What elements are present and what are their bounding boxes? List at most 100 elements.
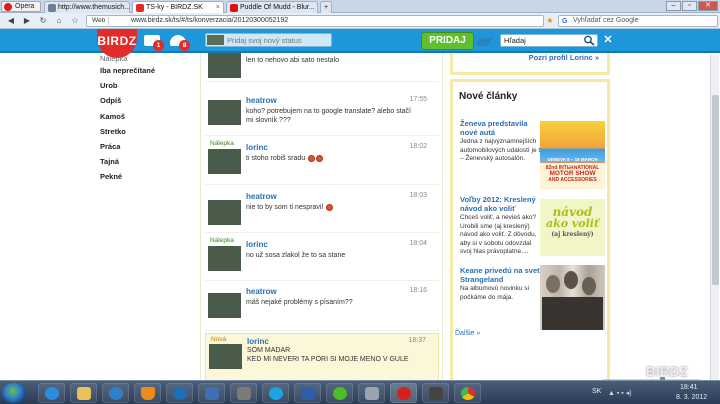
chrome-icon bbox=[461, 387, 475, 400]
nav-item-odpis[interactable]: Odpíš bbox=[100, 96, 121, 105]
taskbar-explorer[interactable] bbox=[70, 383, 97, 403]
birdz-favicon-icon bbox=[136, 4, 144, 12]
start-button[interactable] bbox=[2, 383, 26, 403]
articles-heading: Nové články bbox=[459, 91, 518, 102]
tray-icons[interactable]: ▲ ▪ ▪ ◂) bbox=[608, 389, 632, 397]
taskbar-app-blue[interactable] bbox=[294, 383, 321, 403]
browser-tab-themusic[interactable]: http://www.themusich... bbox=[44, 1, 130, 13]
taskbar-app-dark[interactable] bbox=[422, 383, 449, 403]
taskbar-hp[interactable] bbox=[166, 383, 193, 403]
friends-count-badge: 8 bbox=[179, 40, 190, 51]
conversation-panel: lorinc len to nehovo abi sato nestalo he… bbox=[200, 53, 443, 384]
profile-box: Pozri profil Lorinc » bbox=[450, 53, 610, 75]
image-caption-line: AND ACCESSORIES bbox=[548, 177, 597, 183]
reload-icon[interactable]: ↻ bbox=[38, 16, 48, 26]
message-item: lorinc len to nehovo abi sato nestalo bbox=[205, 53, 439, 82]
status-input[interactable] bbox=[227, 34, 331, 46]
hp-icon bbox=[173, 387, 187, 400]
taskbar-vlc[interactable] bbox=[134, 383, 161, 403]
nav-item-unread[interactable]: Iba neprečítané bbox=[100, 66, 155, 75]
home-icon[interactable]: ⌂ bbox=[54, 16, 64, 26]
avatar[interactable] bbox=[208, 100, 241, 125]
forward-icon[interactable]: ▶ bbox=[22, 16, 32, 26]
avatar[interactable] bbox=[208, 293, 241, 318]
message-time: 18:04 bbox=[409, 240, 427, 247]
minimize-icon[interactable]: – bbox=[666, 1, 681, 11]
close-search-icon[interactable]: ✕ bbox=[602, 33, 614, 47]
taskbar-ie[interactable] bbox=[38, 383, 65, 403]
nav-item-kamos[interactable]: Kamoš bbox=[100, 112, 125, 121]
nav-item-praca[interactable]: Práca bbox=[100, 142, 120, 151]
close-window-icon[interactable]: ✕ bbox=[698, 1, 718, 11]
message-author[interactable]: lorinc bbox=[246, 53, 268, 55]
taskbar-opera[interactable] bbox=[390, 383, 417, 403]
message-item: heatrow 18:16 máš nejaké problémy s písa… bbox=[205, 283, 439, 331]
avatar[interactable] bbox=[209, 344, 242, 369]
maximize-icon[interactable]: ▫ bbox=[682, 1, 697, 11]
star-icon[interactable]: ★ bbox=[545, 16, 555, 26]
message-time: 18:02 bbox=[409, 143, 427, 150]
site-search-input[interactable] bbox=[504, 35, 584, 46]
taskbar-icq[interactable] bbox=[326, 383, 353, 403]
article-title[interactable]: Ženeva predstavila nové autá bbox=[460, 119, 544, 137]
taskbar-skype[interactable] bbox=[262, 383, 289, 403]
avatar[interactable] bbox=[208, 246, 241, 271]
bookmark-icon[interactable]: ☆ bbox=[70, 16, 80, 26]
post-status-button[interactable]: PRIDAJ bbox=[421, 32, 474, 50]
address-field[interactable]: Web www.birdz.sk/ts/#/ts/konverzacia/201… bbox=[86, 15, 544, 27]
sticker-tag: Nálepka bbox=[210, 140, 234, 147]
avatar[interactable] bbox=[208, 149, 241, 174]
right-sidebar: Pozri profil Lorinc » Nové články Ženeva… bbox=[448, 53, 612, 384]
taskbar-app-grey[interactable] bbox=[358, 383, 385, 403]
back-icon[interactable]: ◀ bbox=[6, 16, 16, 26]
voting-guide-image[interactable]: návod ako voliť (aj kreslený) bbox=[540, 199, 605, 256]
message-item: Nálepka lorinc 18:04 no už sosa zlakol ž… bbox=[205, 235, 439, 281]
message-author[interactable]: lorinc bbox=[246, 143, 268, 152]
avatar[interactable] bbox=[208, 200, 241, 225]
image-dates: GENEVA 8 – 18 MARCH 2012 bbox=[547, 157, 598, 167]
new-articles-box: Nové články Ženeva predstavila nové autá… bbox=[450, 79, 610, 384]
nav-item-urob[interactable]: Urob bbox=[100, 81, 118, 90]
article-title[interactable]: Voľby 2012: Kreslený návod ako voliť bbox=[460, 195, 544, 213]
image-caption: návod ako voliť (aj kreslený) bbox=[544, 206, 601, 240]
nav-item-stretko[interactable]: Stretko bbox=[100, 127, 126, 136]
close-tab-icon[interactable]: × bbox=[216, 2, 220, 13]
google-search-placeholder: Vyhľadať cez Google bbox=[573, 17, 639, 24]
avatar[interactable] bbox=[208, 53, 241, 78]
profile-link[interactable]: Pozri profil Lorinc » bbox=[529, 53, 599, 62]
system-tray: SK ▲ ▪ ▪ ◂) 18:41 8. 3. 2012 bbox=[590, 383, 718, 403]
search-icon[interactable] bbox=[583, 35, 596, 46]
taskbar-fs[interactable] bbox=[230, 383, 257, 403]
message-author[interactable]: lorinc bbox=[246, 240, 268, 249]
image-caption: 82nd INTERNATIONAL MOTOR SHOW AND ACCESS… bbox=[542, 165, 603, 183]
message-author[interactable]: heatrow bbox=[246, 96, 277, 105]
clock-date[interactable]: 8. 3. 2012 bbox=[676, 394, 707, 401]
vertical-scrollbar[interactable] bbox=[710, 55, 719, 384]
taskbar-media-player[interactable] bbox=[102, 383, 129, 403]
taskbar-chrome[interactable] bbox=[454, 383, 481, 403]
more-articles-link[interactable]: Ďalšie » bbox=[455, 330, 480, 337]
google-search-field[interactable]: G Vyhľadať cez Google bbox=[558, 15, 718, 27]
tab-label: TS-ky - BIRDZ.SK bbox=[146, 4, 203, 11]
message-author[interactable]: heatrow bbox=[246, 287, 277, 296]
keane-band-image[interactable] bbox=[540, 265, 605, 330]
nav-item-pekne[interactable]: Pekné bbox=[100, 172, 122, 181]
clock-time[interactable]: 18:41 bbox=[680, 384, 698, 391]
browser-tab-birdz[interactable]: TS-ky - BIRDZ.SK × bbox=[132, 1, 224, 13]
opera-menu-button[interactable]: Opera bbox=[1, 1, 41, 12]
image-caption-line: ako voliť bbox=[545, 217, 600, 230]
nav-item-partial[interactable]: Nálepka bbox=[100, 54, 128, 63]
browser-tab-bar: Opera http://www.themusich... TS-ky - BI… bbox=[0, 0, 720, 13]
new-tag: Nová bbox=[211, 336, 227, 343]
nav-item-tajna[interactable]: Tajná bbox=[100, 157, 119, 166]
motor-show-image[interactable]: 82nd INTERNATIONAL MOTOR SHOW AND ACCESS… bbox=[540, 121, 605, 189]
language-indicator[interactable]: SK bbox=[592, 388, 601, 395]
angry-emoji-icon bbox=[308, 154, 316, 162]
message-author[interactable]: lorinc bbox=[247, 337, 269, 346]
message-author[interactable]: heatrow bbox=[246, 192, 277, 201]
browser-tab-youtube[interactable]: Puddle Of Mudd - Blur... bbox=[226, 1, 318, 13]
scrollbar-thumb[interactable] bbox=[712, 95, 719, 285]
taskbar-app-check[interactable] bbox=[198, 383, 225, 403]
new-tab-button[interactable]: + bbox=[320, 1, 332, 13]
internet-explorer-icon bbox=[45, 387, 59, 400]
